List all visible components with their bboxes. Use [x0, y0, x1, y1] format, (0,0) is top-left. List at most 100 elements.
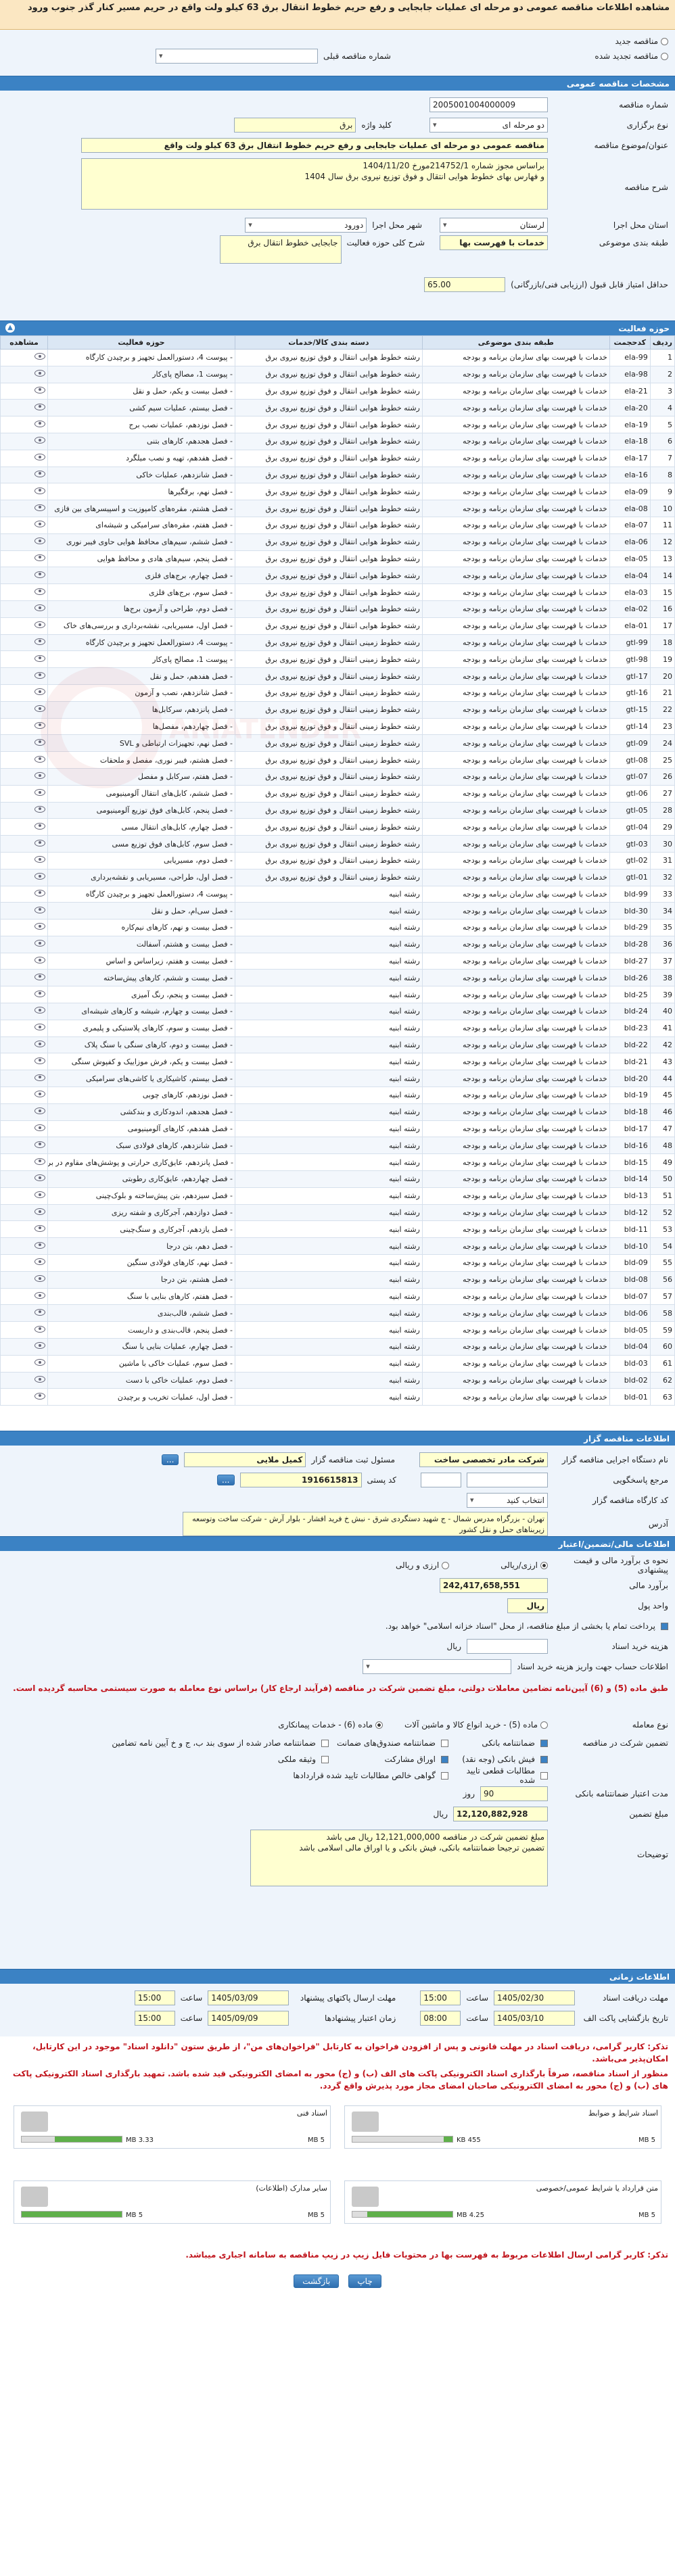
view-icon[interactable] [34, 1224, 45, 1232]
estimate-field[interactable]: 242,417,658,551 [440, 1578, 548, 1593]
g7-checkbox[interactable] [540, 1771, 548, 1780]
view-icon[interactable] [34, 1074, 45, 1081]
view-icon[interactable] [34, 1325, 45, 1333]
view-icon[interactable] [34, 353, 45, 360]
view-icon[interactable] [34, 386, 45, 393]
type-select[interactable]: دو مرحله ای [429, 118, 548, 133]
radio-new[interactable]: مناقصه جدید [615, 37, 668, 46]
desc-field[interactable]: براساس مجوز شماره 214752/1مورخ 1404/11/2… [81, 158, 548, 210]
view-icon[interactable] [34, 822, 45, 830]
view-icon[interactable] [34, 789, 45, 796]
phone-field-2[interactable] [421, 1473, 461, 1487]
radio-eval-mixed[interactable]: ارزی/ریالی [501, 1560, 548, 1570]
view-icon[interactable] [34, 370, 45, 377]
view-icon[interactable] [34, 1174, 45, 1182]
view-icon[interactable] [34, 772, 45, 780]
view-icon[interactable] [34, 437, 45, 444]
view-icon[interactable] [34, 1392, 45, 1400]
view-icon[interactable] [34, 1141, 45, 1148]
radio-eval-both[interactable]: ارزی و ریالی [396, 1560, 450, 1570]
view-icon[interactable] [34, 940, 45, 947]
view-icon[interactable] [34, 721, 45, 729]
file-card[interactable]: متن قرارداد یا شرایط عمومی/خصوصی 4.25 MB 5… [344, 2180, 661, 2224]
file-card[interactable]: سایر مدارک (اطلاعات) 5 MB 5 MB [14, 2180, 331, 2224]
view-icon[interactable] [34, 554, 45, 561]
view-icon[interactable] [34, 1007, 45, 1014]
cost-field[interactable] [467, 1639, 548, 1654]
resp-more-button[interactable]: ... [161, 1454, 179, 1465]
radio-trade-6[interactable]: ماده (6) - خدمات پیمانکاری [278, 1720, 383, 1730]
g3-checkbox[interactable] [321, 1739, 329, 1747]
view-icon[interactable] [34, 1241, 45, 1249]
view-icon[interactable] [34, 470, 45, 477]
collapse-icon[interactable]: ▲ [5, 323, 15, 333]
open-time[interactable]: 08:00 [420, 2011, 461, 2026]
open-date[interactable]: 1405/03/10 [494, 2011, 575, 2026]
view-icon[interactable] [34, 638, 45, 645]
class-field[interactable]: خدمات با فهرست بها [440, 235, 548, 250]
send-time[interactable]: 15:00 [134, 1990, 175, 2005]
view-icon[interactable] [34, 688, 45, 696]
send-date[interactable]: 1405/03/09 [208, 1990, 289, 2005]
view-icon[interactable] [34, 521, 45, 528]
view-icon[interactable] [34, 906, 45, 913]
resp-field[interactable]: کمیل ملایی [184, 1452, 306, 1467]
g2-checkbox[interactable] [441, 1739, 448, 1747]
view-icon[interactable] [34, 571, 45, 578]
view-icon[interactable] [34, 588, 45, 595]
g8-checkbox[interactable] [441, 1771, 448, 1780]
g6-checkbox[interactable] [321, 1755, 329, 1763]
unit-field[interactable]: ریال [507, 1598, 548, 1613]
file-card[interactable]: اسناد فنی 3.33 MB 5 MB [14, 2105, 331, 2149]
view-icon[interactable] [34, 403, 45, 410]
view-icon[interactable] [34, 1041, 45, 1048]
view-icon[interactable] [34, 454, 45, 461]
view-icon[interactable] [34, 671, 45, 679]
view-icon[interactable] [34, 538, 45, 545]
postal-more-button[interactable]: ... [217, 1475, 235, 1485]
view-icon[interactable] [34, 923, 45, 930]
g1-checkbox[interactable] [540, 1739, 548, 1747]
view-icon[interactable] [34, 738, 45, 746]
view-icon[interactable] [34, 487, 45, 494]
view-icon[interactable] [34, 957, 45, 964]
view-icon[interactable] [34, 420, 45, 427]
number-field[interactable]: 2005001004000009 [429, 97, 548, 112]
view-icon[interactable] [34, 973, 45, 980]
view-icon[interactable] [34, 1091, 45, 1098]
view-icon[interactable] [34, 1292, 45, 1299]
amount-field[interactable]: 12,120,882,928 [453, 1807, 548, 1821]
view-icon[interactable] [34, 1024, 45, 1031]
view-icon[interactable] [34, 755, 45, 763]
view-icon[interactable] [34, 1342, 45, 1350]
radio-trade-5[interactable]: ماده (5) - خرید انواع کالا و ماشین آلات [404, 1720, 548, 1730]
view-icon[interactable] [34, 1208, 45, 1216]
view-icon[interactable] [34, 1308, 45, 1316]
view-icon[interactable] [34, 805, 45, 813]
recv-time[interactable]: 15:00 [420, 1990, 461, 2005]
view-icon[interactable] [34, 604, 45, 612]
province-select[interactable]: لرستان [440, 218, 548, 233]
file-card[interactable]: اسناد شرایط و ضوابط 455 KB 5 MB [344, 2105, 661, 2149]
view-icon[interactable] [34, 873, 45, 880]
view-icon[interactable] [34, 1191, 45, 1199]
keyword-field[interactable]: برق [234, 118, 356, 133]
view-icon[interactable] [34, 1158, 45, 1165]
view-icon[interactable] [34, 839, 45, 846]
class-desc-field[interactable]: جابجایی خطوط انتقال برق [219, 235, 342, 264]
org-field[interactable]: شرکت مادر تخصصی ساخت [419, 1452, 548, 1467]
title-field[interactable]: مناقصه عمومی دو مرحله ای عملیات جابجایی … [81, 138, 548, 153]
valid-time[interactable]: 15:00 [134, 2011, 175, 2026]
phone-field[interactable] [467, 1473, 548, 1487]
view-icon[interactable] [34, 889, 45, 897]
addr-field[interactable]: تهران - بزرگراه مدرس شمال - ج شهید دستگر… [183, 1512, 548, 1536]
view-icon[interactable] [34, 1258, 45, 1266]
view-icon[interactable] [34, 654, 45, 662]
prev-number-select[interactable] [156, 49, 318, 64]
g5-checkbox[interactable] [441, 1755, 448, 1763]
view-icon[interactable] [34, 621, 45, 629]
postal-field[interactable]: 1916615813 [239, 1473, 362, 1487]
view-icon[interactable] [34, 1376, 45, 1383]
view-icon[interactable] [34, 990, 45, 997]
recv-date[interactable]: 1405/02/30 [494, 1990, 575, 2005]
